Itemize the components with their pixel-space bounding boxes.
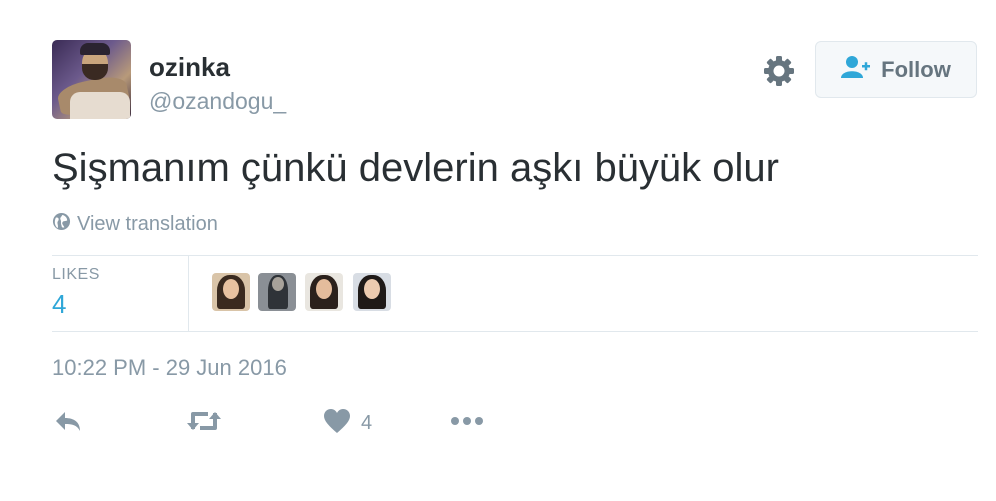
screen-name[interactable]: @ozandogu_ bbox=[149, 88, 286, 115]
reply-icon bbox=[54, 408, 82, 439]
display-name[interactable]: ozinka bbox=[149, 52, 230, 83]
user-avatar[interactable] bbox=[52, 40, 131, 119]
more-icon bbox=[450, 408, 484, 439]
view-translation-link[interactable]: View translation bbox=[52, 212, 218, 236]
stats-bottom-divider bbox=[52, 331, 978, 332]
liker-face bbox=[272, 277, 284, 291]
follow-button[interactable]: Follow bbox=[815, 41, 977, 98]
follow-label: Follow bbox=[881, 56, 951, 82]
add-user-icon bbox=[841, 55, 871, 84]
gear-icon[interactable] bbox=[762, 54, 796, 88]
liker-face bbox=[223, 279, 239, 299]
more-button[interactable] bbox=[450, 408, 484, 439]
liker-avatar-4[interactable] bbox=[353, 273, 391, 311]
stats-vertical-divider bbox=[188, 256, 189, 331]
avatar-hat bbox=[80, 43, 110, 55]
stats-top-divider bbox=[52, 255, 978, 256]
like-button[interactable]: 4 bbox=[323, 408, 372, 439]
liker-face bbox=[364, 279, 380, 299]
likes-label: LIKES bbox=[52, 266, 100, 283]
retweet-icon bbox=[186, 408, 222, 439]
globe-icon bbox=[52, 212, 71, 236]
liker-avatar-1[interactable] bbox=[212, 273, 250, 311]
avatar-shirt bbox=[70, 92, 130, 119]
liker-face bbox=[316, 279, 332, 299]
tweet-text: Şişmanım çünkü devlerin aşkı büyük olur bbox=[52, 146, 779, 190]
liker-avatar-2[interactable] bbox=[258, 273, 296, 311]
likes-count[interactable]: 4 bbox=[52, 289, 66, 320]
view-translation-label: View translation bbox=[77, 212, 218, 235]
tweet-timestamp[interactable]: 10:22 PM - 29 Jun 2016 bbox=[52, 355, 287, 381]
like-count: 4 bbox=[361, 412, 373, 434]
reply-button[interactable] bbox=[54, 408, 82, 439]
liker-avatar-3[interactable] bbox=[305, 273, 343, 311]
retweet-button[interactable] bbox=[186, 408, 222, 439]
heart-icon bbox=[323, 408, 351, 439]
